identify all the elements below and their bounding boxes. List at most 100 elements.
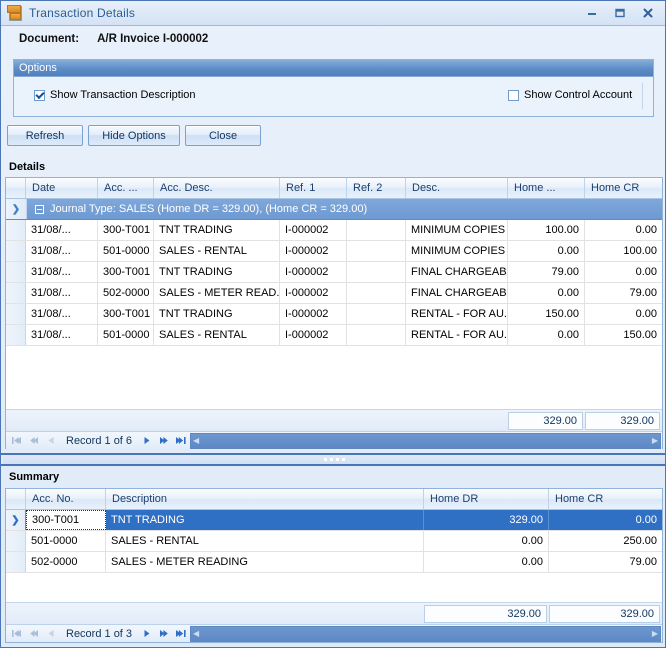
cell-acc-desc[interactable]: TNT TRADING: [154, 262, 280, 282]
section-splitter[interactable]: [3, 455, 665, 464]
cell-acc-no[interactable]: 502-0000: [26, 552, 106, 572]
first-record-icon[interactable]: [9, 433, 26, 449]
details-horizontal-scrollbar[interactable]: ◀ ▶: [190, 432, 661, 449]
cell-desc[interactable]: MINIMUM COPIES: [406, 220, 508, 240]
cell-home-cr[interactable]: 250.00: [549, 531, 662, 551]
cell-home-cr[interactable]: 150.00: [585, 325, 662, 345]
scroll-right-icon[interactable]: ▶: [652, 436, 658, 445]
next-record-icon[interactable]: [138, 433, 155, 449]
next-record-icon[interactable]: [138, 626, 155, 642]
cell-ref1[interactable]: I-000002: [280, 283, 347, 303]
details-header-date[interactable]: Date: [26, 178, 98, 198]
cell-acc-desc[interactable]: SALES - RENTAL: [154, 325, 280, 345]
prior-page-icon[interactable]: [26, 433, 43, 449]
cell-ref2[interactable]: [347, 241, 406, 261]
cell-home-cr[interactable]: 0.00: [585, 220, 662, 240]
cell-date[interactable]: 31/08/...: [26, 241, 98, 261]
cell-ref1[interactable]: I-000002: [280, 262, 347, 282]
cell-ref2[interactable]: [347, 262, 406, 282]
cell-acc-no[interactable]: 501-0000: [26, 531, 106, 551]
cell-home-cr[interactable]: 0.00: [585, 304, 662, 324]
close-button[interactable]: Close: [185, 125, 261, 146]
cell-home-dr[interactable]: 329.00: [424, 510, 549, 530]
cell-home-dr[interactable]: 150.00: [508, 304, 585, 324]
close-icon[interactable]: [635, 3, 661, 22]
cell-acc-no[interactable]: 501-0000: [98, 241, 154, 261]
cell-description[interactable]: SALES - RENTAL: [106, 531, 424, 551]
details-group-row[interactable]: ❯ Journal Type: SALES (Home DR = 329.00)…: [6, 199, 662, 220]
checkbox-box-unchecked[interactable]: [508, 89, 519, 101]
details-header-acc-no[interactable]: Acc. ...: [98, 178, 154, 198]
cell-home-cr[interactable]: 100.00: [585, 241, 662, 261]
scroll-left-icon[interactable]: ◀: [193, 436, 199, 445]
next-page-icon[interactable]: [155, 626, 172, 642]
show-control-account-checkbox[interactable]: Show Control Account: [508, 89, 632, 101]
cell-home-cr[interactable]: 0.00: [585, 262, 662, 282]
cell-home-cr[interactable]: 0.00: [549, 510, 662, 530]
cell-desc[interactable]: FINAL CHARGEAB...: [406, 262, 508, 282]
checkbox-box-checked[interactable]: [34, 89, 45, 101]
cell-description[interactable]: SALES - METER READING: [106, 552, 424, 572]
cell-desc[interactable]: RENTAL - FOR AU...: [406, 325, 508, 345]
collapse-icon[interactable]: [35, 204, 44, 214]
cell-desc[interactable]: FINAL CHARGEAB...: [406, 283, 508, 303]
minimize-icon[interactable]: [579, 3, 605, 22]
next-page-icon[interactable]: [155, 433, 172, 449]
summary-header-acc-no[interactable]: Acc. No.: [26, 489, 106, 509]
cell-acc-no[interactable]: 300-T001: [98, 304, 154, 324]
prior-record-icon[interactable]: [43, 433, 60, 449]
cell-acc-desc[interactable]: TNT TRADING: [154, 304, 280, 324]
cell-date[interactable]: 31/08/...: [26, 220, 98, 240]
cell-acc-no[interactable]: 300-T001: [26, 510, 106, 530]
table-row[interactable]: 31/08/... 501-0000 SALES - RENTAL I-000002 R…: [6, 325, 662, 346]
table-row[interactable]: 502-0000 SALES - METER READING 0.00 79.00: [6, 552, 662, 573]
cell-ref2[interactable]: [347, 220, 406, 240]
details-header-ref1[interactable]: Ref. 1: [280, 178, 347, 198]
cell-description[interactable]: TNT TRADING: [106, 510, 424, 530]
cell-date[interactable]: 31/08/...: [26, 304, 98, 324]
cell-ref2[interactable]: [347, 304, 406, 324]
cell-acc-desc[interactable]: SALES - METER READ...: [154, 283, 280, 303]
table-row[interactable]: 501-0000 SALES - RENTAL 0.00 250.00: [6, 531, 662, 552]
cell-home-dr[interactable]: 79.00: [508, 262, 585, 282]
cell-acc-no[interactable]: 501-0000: [98, 325, 154, 345]
cell-home-cr[interactable]: 79.00: [585, 283, 662, 303]
cell-ref1[interactable]: I-000002: [280, 220, 347, 240]
last-record-icon[interactable]: [172, 626, 189, 642]
cell-home-dr[interactable]: 0.00: [508, 241, 585, 261]
cell-home-dr[interactable]: 100.00: [508, 220, 585, 240]
summary-horizontal-scrollbar[interactable]: ◀ ▶: [190, 625, 661, 642]
details-header-desc[interactable]: Desc.: [406, 178, 508, 198]
cell-acc-no[interactable]: 300-T001: [98, 262, 154, 282]
table-row[interactable]: 31/08/... 300-T001 TNT TRADING I-000002 MINI…: [6, 220, 662, 241]
table-row[interactable]: 31/08/... 501-0000 SALES - RENTAL I-000002 M…: [6, 241, 662, 262]
cell-home-dr[interactable]: 0.00: [508, 283, 585, 303]
cell-home-dr[interactable]: 0.00: [424, 531, 549, 551]
table-row[interactable]: 31/08/... 300-T001 TNT TRADING I-000002 RENT…: [6, 304, 662, 325]
details-header-home-cr[interactable]: Home CR: [585, 178, 662, 198]
show-transaction-description-checkbox[interactable]: Show Transaction Description: [34, 89, 196, 101]
table-row[interactable]: 31/08/... 300-T001 TNT TRADING I-000002 FINA…: [6, 262, 662, 283]
cell-desc[interactable]: RENTAL - FOR AU...: [406, 304, 508, 324]
details-header-acc-desc[interactable]: Acc. Desc.: [154, 178, 280, 198]
cell-date[interactable]: 31/08/...: [26, 262, 98, 282]
cell-ref2[interactable]: [347, 325, 406, 345]
prior-page-icon[interactable]: [26, 626, 43, 642]
prior-record-icon[interactable]: [43, 626, 60, 642]
cell-ref2[interactable]: [347, 283, 406, 303]
cell-home-cr[interactable]: 79.00: [549, 552, 662, 572]
cell-acc-desc[interactable]: TNT TRADING: [154, 220, 280, 240]
cell-ref1[interactable]: I-000002: [280, 325, 347, 345]
cell-date[interactable]: 31/08/...: [26, 325, 98, 345]
cell-ref1[interactable]: I-000002: [280, 304, 347, 324]
first-record-icon[interactable]: [9, 626, 26, 642]
refresh-button[interactable]: Refresh: [7, 125, 83, 146]
summary-header-home-cr[interactable]: Home CR: [549, 489, 662, 509]
cell-acc-no[interactable]: 502-0000: [98, 283, 154, 303]
maximize-icon[interactable]: [607, 3, 633, 22]
cell-ref1[interactable]: I-000002: [280, 241, 347, 261]
cell-date[interactable]: 31/08/...: [26, 283, 98, 303]
details-header-home-dr[interactable]: Home ...: [508, 178, 585, 198]
cell-home-dr[interactable]: 0.00: [424, 552, 549, 572]
last-record-icon[interactable]: [172, 433, 189, 449]
